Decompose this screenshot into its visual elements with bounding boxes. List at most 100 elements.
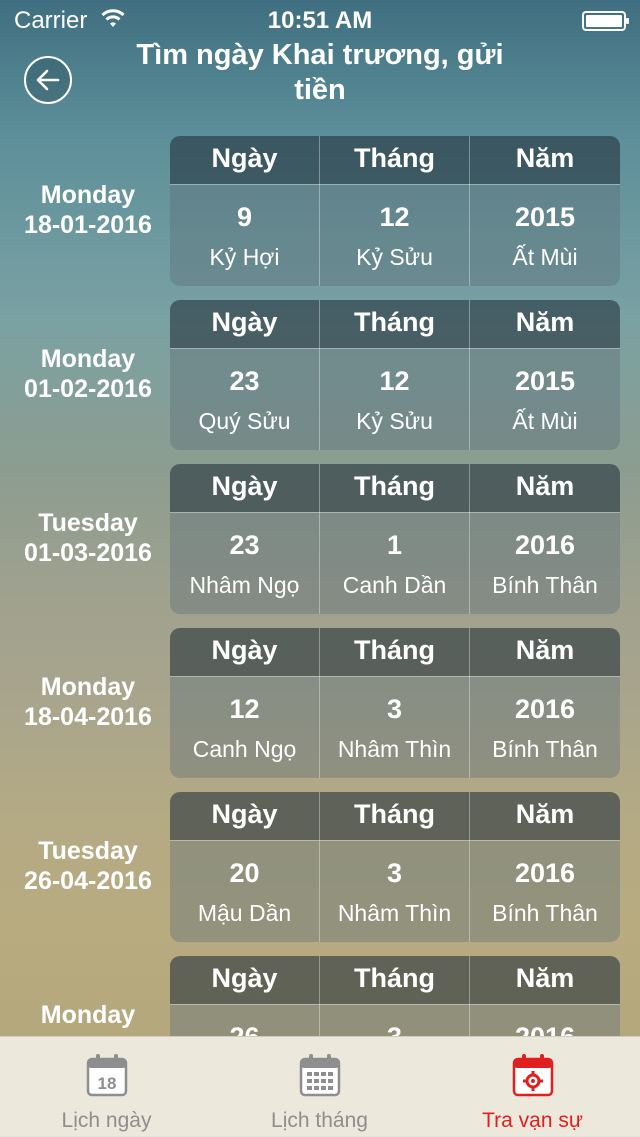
solar-date: 01-03-2016 — [24, 539, 152, 567]
lunar-year-name: Ất Mùi — [512, 244, 578, 270]
lunar-date-card: Ngày 23 Nhâm Ngọ Tháng 1 Canh Dần Năm 20… — [170, 464, 620, 614]
year-column: Năm 2016 Bính Thân — [470, 792, 620, 942]
lunar-month-number: 3 — [320, 1022, 469, 1036]
tab-label: Lịch tháng — [271, 1109, 368, 1132]
lunar-year-number: 2015 — [514, 202, 576, 232]
lunar-day-number: 23 — [229, 366, 260, 396]
weekday: Tuesday — [38, 509, 138, 537]
lunar-day-name: Canh Ngọ — [192, 736, 297, 762]
lunar-month-name: Kỷ Sửu — [356, 244, 433, 270]
arrow-left-icon — [36, 69, 60, 91]
lunar-date-card: Ngày 20 Mậu Dần Tháng 3 Nhâm Thìn Năm 20… — [170, 792, 620, 942]
month-column: Tháng 1 Canh Dần — [320, 464, 470, 614]
column-header-month: Tháng — [354, 471, 435, 501]
list-item[interactable]: Monday 18-01-2016 Ngày 9 Kỷ Hợi Tháng 12… — [0, 136, 640, 286]
month-column: Tháng 3 Nhâm Thìn — [320, 628, 470, 778]
column-header-day: Ngày — [211, 799, 278, 829]
svg-text:18: 18 — [98, 1074, 117, 1093]
column-header-month: Tháng — [354, 635, 435, 665]
result-list[interactable]: Monday 18-01-2016 Ngày 9 Kỷ Hợi Tháng 12… — [0, 136, 640, 1036]
column-header-day: Ngày — [211, 963, 278, 993]
lunar-month-number: 12 — [379, 202, 410, 232]
weekday: Monday — [40, 345, 136, 373]
column-header-month: Tháng — [354, 963, 435, 993]
year-column: Năm 2016 — [470, 956, 620, 1036]
lunar-date-card: Ngày 26 Tháng 3 Năm 2016 — [170, 956, 620, 1036]
lunar-date-card: Ngày 12 Canh Ngọ Tháng 3 Nhâm Thìn Năm 2… — [170, 628, 620, 778]
lunar-day-number: 12 — [229, 694, 260, 724]
year-column: Năm 2015 Ất Mùi — [470, 300, 620, 450]
tab-label: Tra vạn sự — [482, 1109, 583, 1132]
month-column: Tháng 3 — [320, 956, 470, 1036]
column-header-year: Năm — [515, 143, 575, 173]
month-column: Tháng 12 Kỷ Sửu — [320, 136, 470, 286]
calendar-month-icon — [299, 1054, 341, 1097]
lunar-year-number: 2015 — [514, 366, 576, 396]
page-title: Tìm ngày Khai trương, gửi tiền — [136, 39, 504, 106]
list-item[interactable]: Monday 01-02-2016 Ngày 23 Quý Sửu Tháng … — [0, 300, 640, 450]
lunar-month-number: 12 — [379, 366, 410, 396]
weekday: Monday — [40, 1001, 136, 1029]
list-item[interactable]: Monday Ngày 26 Tháng 3 Năm 2016 — [0, 956, 640, 1036]
year-column: Năm 2016 Bính Thân — [470, 628, 620, 778]
lunar-year-number: 2016 — [514, 858, 576, 888]
tab-bar: 18 Lịch ngày Lịch tháng Tra vạn sự — [0, 1036, 640, 1137]
lunar-day-name: Quý Sửu — [198, 408, 291, 434]
clock: 10:51 AM — [267, 7, 373, 34]
date-label: Tuesday 26-04-2016 — [8, 836, 168, 896]
tab-lich-ngay[interactable]: 18 Lịch ngày — [0, 1037, 213, 1137]
list-item[interactable]: Tuesday 26-04-2016 Ngày 20 Mậu Dần Tháng… — [0, 792, 640, 942]
column-header-month: Tháng — [354, 143, 435, 173]
lunar-year-name: Bính Thân — [492, 900, 598, 926]
back-button[interactable] — [24, 56, 72, 104]
lunar-month-number: 3 — [386, 858, 403, 888]
lunar-year-name: Ất Mùi — [512, 408, 578, 434]
day-column: Ngày 26 — [170, 956, 320, 1036]
month-column: Tháng 3 Nhâm Thìn — [320, 792, 470, 942]
column-header-year: Năm — [515, 635, 575, 665]
battery-icon — [582, 10, 630, 31]
list-item[interactable]: Monday 18-04-2016 Ngày 12 Canh Ngọ Tháng… — [0, 628, 640, 778]
column-header-year: Năm — [515, 471, 575, 501]
tab-tra-van-su[interactable]: Tra vạn sự — [426, 1037, 639, 1137]
lunar-year-number: 2016 — [514, 694, 576, 724]
lunar-day-number: 23 — [229, 530, 260, 560]
lunar-day-number: 26 — [170, 1022, 319, 1036]
lunar-month-name: Kỷ Sửu — [356, 408, 433, 434]
lunar-month-name: Nhâm Thìn — [337, 736, 452, 762]
column-header-year: Năm — [515, 307, 575, 337]
lunar-month-number: 3 — [386, 694, 403, 724]
tab-lich-thang[interactable]: Lịch tháng — [213, 1037, 426, 1137]
lunar-year-number: 2016 — [514, 530, 576, 560]
lunar-day-name: Kỷ Hợi — [209, 244, 280, 270]
lunar-day-number: 9 — [236, 202, 253, 232]
solar-date: 01-02-2016 — [24, 375, 152, 403]
month-column: Tháng 12 Kỷ Sửu — [320, 300, 470, 450]
day-column: Ngày 23 Nhâm Ngọ — [170, 464, 320, 614]
lunar-month-name: Canh Dần — [342, 572, 447, 598]
column-header-year: Năm — [515, 799, 575, 829]
lunar-date-card: Ngày 9 Kỷ Hợi Tháng 12 Kỷ Sửu Năm 2015 Ấ… — [170, 136, 620, 286]
weekday: Monday — [40, 181, 136, 209]
column-header-month: Tháng — [354, 307, 435, 337]
lunar-year-name: Bính Thân — [492, 736, 598, 762]
date-label: Monday 18-04-2016 — [8, 672, 168, 732]
day-column: Ngày 9 Kỷ Hợi — [170, 136, 320, 286]
lunar-day-name: Mậu Dần — [197, 900, 292, 926]
tab-label: Lịch ngày — [61, 1109, 152, 1132]
lunar-month-name: Nhâm Thìn — [337, 900, 452, 926]
column-header-month: Tháng — [354, 799, 435, 829]
weekday: Tuesday — [38, 837, 138, 865]
column-header-day: Ngày — [211, 471, 278, 501]
weekday: Monday — [40, 673, 136, 701]
status-bar: Carrier 10:51 AM — [0, 0, 640, 40]
day-column: Ngày 20 Mậu Dần — [170, 792, 320, 942]
list-item[interactable]: Tuesday 01-03-2016 Ngày 23 Nhâm Ngọ Thán… — [0, 464, 640, 614]
solar-date: 18-01-2016 — [24, 211, 152, 239]
year-column: Năm 2016 Bính Thân — [470, 464, 620, 614]
column-header-day: Ngày — [211, 635, 278, 665]
year-column: Năm 2015 Ất Mùi — [470, 136, 620, 286]
date-label: Monday — [8, 1000, 168, 1030]
lunar-month-number: 1 — [386, 530, 403, 560]
day-column: Ngày 12 Canh Ngọ — [170, 628, 320, 778]
